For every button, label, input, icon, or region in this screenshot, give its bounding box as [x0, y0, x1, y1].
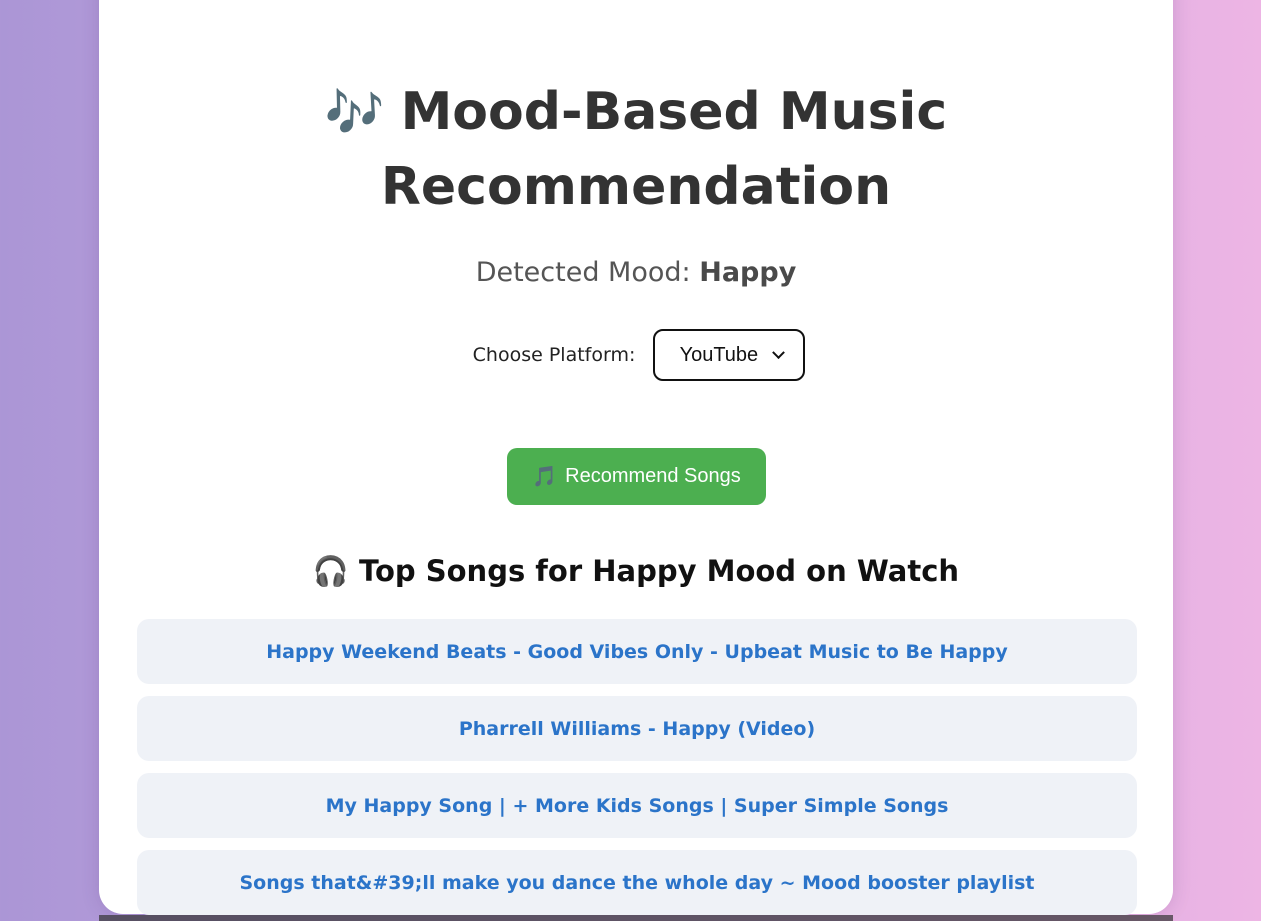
list-item: My Happy Song | + More Kids Songs | Supe…: [137, 773, 1137, 838]
list-item: Songs that&#39;ll make you dance the who…: [137, 850, 1137, 915]
music-notes-icon: 🎶: [324, 85, 385, 141]
results-heading-text: Top Songs for Happy Mood on Watch: [359, 554, 960, 588]
platform-select-value: YouTube: [679, 343, 759, 366]
main-card: 🎶 Mood-Based Music Recommendation Detecte…: [99, 0, 1173, 915]
song-link[interactable]: Pharrell Williams - Happy (Video): [459, 718, 815, 740]
song-link[interactable]: Songs that&#39;ll make you dance the who…: [240, 872, 1035, 894]
window-bottom-edge: [99, 915, 1173, 921]
list-item: Happy Weekend Beats - Good Vibes Only - …: [137, 619, 1137, 684]
results-heading: 🎧 Top Songs for Happy Mood on Watch: [99, 554, 1173, 589]
chevron-down-icon: [772, 345, 786, 359]
platform-select[interactable]: YouTube: [653, 329, 806, 381]
mood-label: Detected Mood:: [475, 257, 691, 288]
platform-label: Choose Platform:: [472, 344, 636, 366]
page-title: 🎶 Mood-Based Music Recommendation: [99, 75, 1173, 224]
recommend-button-label: Recommend Songs: [565, 465, 741, 487]
song-link[interactable]: Happy Weekend Beats - Good Vibes Only - …: [266, 641, 1008, 663]
title-line-1: Mood-Based Music: [400, 82, 948, 142]
song-list: Happy Weekend Beats - Good Vibes Only - …: [137, 619, 1137, 921]
mood-value: Happy: [699, 257, 797, 288]
recommend-songs-button[interactable]: 🎵 Recommend Songs: [507, 448, 766, 505]
title-line-2: Recommendation: [380, 157, 892, 217]
detected-mood: Detected Mood: Happy: [99, 257, 1173, 288]
music-note-icon: 🎵: [532, 466, 558, 488]
platform-selector-row: Choose Platform: YouTube: [99, 327, 1173, 383]
headphones-icon: 🎧: [312, 554, 350, 588]
song-link[interactable]: My Happy Song | + More Kids Songs | Supe…: [326, 795, 949, 817]
list-item: Pharrell Williams - Happy (Video): [137, 696, 1137, 761]
